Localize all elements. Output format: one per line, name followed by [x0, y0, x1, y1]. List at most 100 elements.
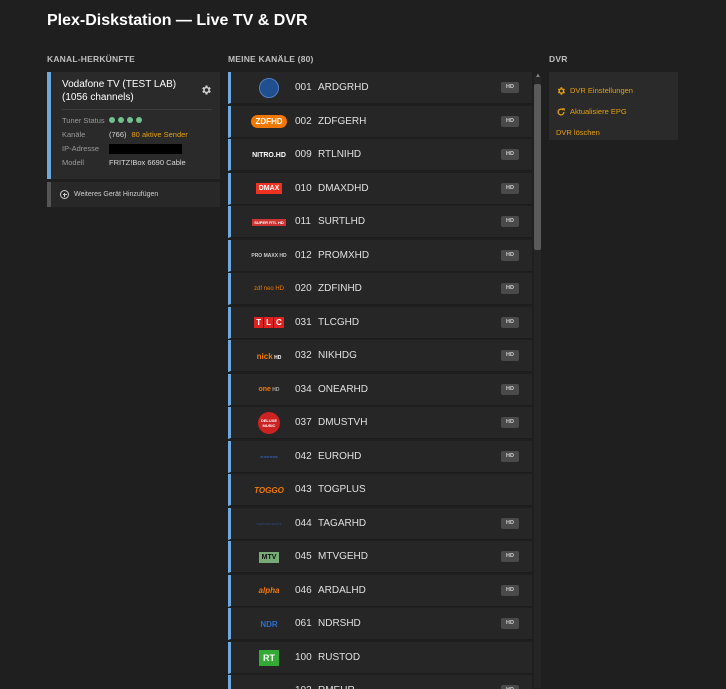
channel-row[interactable]: SUPER RTL HD 011 SURTLHD HD: [228, 206, 532, 238]
channel-row[interactable]: TOGGO 043 TOGPLUS: [228, 474, 532, 506]
channel-row[interactable]: NITRO.HD 009 RTLNIHD HD: [228, 139, 532, 171]
channel-logo: DELUXE MUSIC: [249, 411, 289, 435]
model-label: Modell: [62, 158, 85, 167]
channel-number: 020: [295, 283, 312, 294]
tuner-dot: [127, 117, 133, 123]
active-channels-link[interactable]: 80 aktive Sender: [132, 128, 188, 142]
add-device-button[interactable]: Weiteres Gerät Hinzufügen: [47, 182, 220, 207]
channel-row[interactable]: euronews 042 EUROHD HD: [228, 440, 532, 473]
ip-label: IP-Adresse: [62, 144, 100, 153]
hd-badge: HD: [501, 149, 519, 160]
dvr-header: DVR: [549, 54, 568, 64]
channel-list: 001 ARDGRHD HD ZDFHD 002 ZDFGERH HD NITRO.HD 009…: [228, 72, 532, 689]
channel-logo: one HD: [258, 386, 280, 393]
channel-row[interactable]: RT 100 RUSTOD: [228, 641, 532, 674]
channel-name: NDRSHD: [318, 618, 361, 629]
delete-dvr-label: DVR löschen: [556, 128, 600, 137]
channel-number: 102: [295, 685, 312, 689]
channel-number: 045: [295, 551, 312, 562]
channel-name: RMEHR: [318, 685, 355, 689]
channel-logo: zdf neo HD: [253, 286, 284, 292]
channel-name: ARDALHD: [318, 584, 366, 596]
dvr-settings-link[interactable]: DVR Einstellungen: [556, 80, 671, 101]
gear-icon: [557, 86, 565, 95]
channel-name: ARDGRHD: [318, 82, 369, 93]
hd-badge: HD: [501, 584, 519, 596]
channel-name: MTVGEHD: [318, 551, 368, 562]
channel-name: TLCGHD: [318, 316, 360, 328]
channel-name: RTLNIHD: [318, 149, 362, 160]
hd-badge: HD: [501, 115, 519, 127]
channel-number: 010: [295, 182, 312, 194]
hd-badge: HD: [501, 182, 519, 194]
channel-row[interactable]: PRO MAXX HD 012 PROMXHD HD: [228, 239, 532, 272]
channel-logo: alpha: [258, 586, 280, 595]
channel-number: 037: [295, 417, 312, 428]
channel-row[interactable]: MTV 045 MTVGEHD HD: [228, 541, 532, 573]
channel-row[interactable]: nick HD 032 NIKHDG HD: [228, 340, 532, 372]
channel-row[interactable]: NDR 061 NDRSHD HD: [228, 608, 532, 640]
refresh-epg-link[interactable]: Aktualisiere EPG: [556, 101, 671, 122]
dvr-card: DVR Einstellungen Aktualisiere EPG DVR l…: [549, 72, 678, 140]
channel-name: PROMXHD: [318, 249, 370, 261]
channel-number: 044: [295, 517, 312, 529]
scrollbar-thumb[interactable]: [534, 84, 541, 250]
channel-row[interactable]: alpha 046 ARDALHD HD: [228, 574, 532, 607]
source-card: Vodafone TV (TEST LAB) (1056 channels) T…: [47, 72, 220, 179]
hd-badge: HD: [501, 450, 519, 462]
channel-number: 012: [295, 249, 312, 261]
channel-name: DMUSTVH: [318, 417, 368, 428]
hd-badge: HD: [501, 350, 519, 361]
hd-badge: HD: [501, 517, 519, 529]
channel-logo: euronews: [260, 454, 278, 459]
dvr-settings-label: DVR Einstellungen: [570, 86, 633, 95]
channel-row[interactable]: 102 RMEHR HD: [228, 675, 532, 689]
channel-name: TAGARHD: [318, 517, 367, 529]
hd-badge: HD: [501, 82, 519, 93]
channel-logo: ZDFHD: [249, 110, 289, 134]
sources-header: KANAL-HERKÜNFTE: [47, 54, 135, 64]
tuner-status-dots: [109, 114, 142, 128]
channel-row[interactable]: T L C 031 TLCGHD HD: [228, 306, 532, 339]
channel-name: ZDFGERH: [318, 115, 367, 127]
channel-logo: tagesschau24: [256, 521, 282, 526]
hd-badge: HD: [501, 685, 519, 689]
channel-logo: NDR: [260, 619, 278, 629]
channel-row[interactable]: one HD 034 ONEARHD HD: [228, 373, 532, 406]
channel-row[interactable]: tagesschau24 044 TAGARHD HD: [228, 507, 532, 540]
channel-row[interactable]: DELUXE MUSIC 037 DMUSTVH HD: [228, 407, 532, 439]
refresh-epg-label: Aktualisiere EPG: [570, 107, 627, 116]
channel-name: NIKHDG: [318, 350, 357, 361]
channel-row[interactable]: zdf neo HD 020 ZDFINHD HD: [228, 273, 532, 305]
channels-row: Kanäle (766) 80 aktive Sender: [62, 128, 212, 142]
delete-dvr-link[interactable]: DVR löschen: [556, 122, 671, 143]
refresh-icon: [557, 107, 565, 115]
channel-number: 043: [295, 484, 312, 495]
hd-badge: HD: [501, 216, 519, 227]
channel-number: 100: [295, 651, 312, 663]
channel-row[interactable]: DMAX 010 DMAXDHD HD: [228, 172, 532, 205]
channel-row[interactable]: ZDFHD 002 ZDFGERH HD: [228, 105, 532, 138]
tuner-dot: [109, 117, 115, 123]
hd-badge: HD: [501, 249, 519, 261]
channel-number: 061: [295, 618, 312, 629]
tuner-dot: [136, 117, 142, 123]
model-row: Modell FRITZ!Box 6690 Cable: [62, 156, 212, 170]
channel-logo: TOGGO: [254, 485, 284, 495]
gear-icon[interactable]: [200, 84, 212, 96]
source-title: Vodafone TV (TEST LAB) (1056 channels): [62, 79, 177, 103]
ip-redacted: [109, 144, 182, 154]
tuner-status-label: Tuner Status: [62, 116, 105, 125]
page-title: Plex-Diskstation — Live TV & DVR: [47, 12, 308, 29]
channel-logo: SUPER RTL HD: [252, 218, 286, 226]
divider: [62, 109, 212, 110]
scroll-up-arrow[interactable]: ▲: [535, 73, 541, 79]
hd-badge: HD: [501, 618, 519, 629]
plus-circle-icon: [60, 190, 69, 199]
channel-row[interactable]: 001 ARDGRHD HD: [228, 72, 532, 104]
channel-number: 034: [295, 383, 312, 395]
channel-number: 002: [295, 115, 312, 127]
hd-badge: HD: [501, 383, 519, 395]
channel-logo: MTV: [249, 545, 289, 569]
channel-number: 001: [295, 82, 312, 93]
